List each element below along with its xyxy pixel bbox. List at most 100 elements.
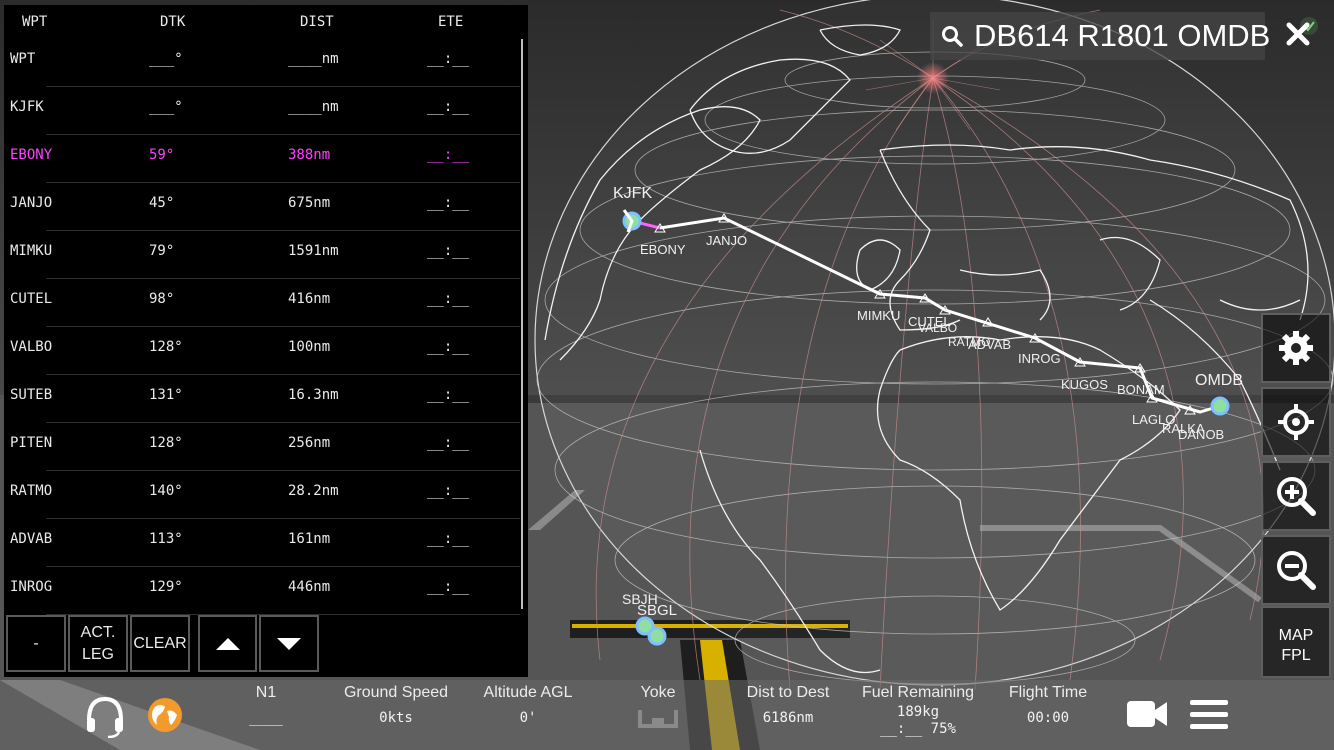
map-label-janjo: JANJO [706, 233, 747, 248]
camera-icon[interactable] [1126, 698, 1168, 730]
map-label-bonam: BONAM [1117, 382, 1165, 397]
scroll-up-button[interactable] [198, 615, 257, 672]
altitude-agl-label: Altitude AGL [483, 684, 573, 701]
menu-icon[interactable] [1189, 698, 1229, 732]
ground-speed-readout: Ground Speed 0kts [336, 684, 456, 726]
zoom-out-button[interactable] [1261, 535, 1331, 605]
yoke-label: Yoke [640, 684, 676, 701]
waypoint-ete: __:__ [427, 147, 470, 163]
column-header-wpt: WPT [22, 14, 48, 30]
waypoint-dist: 1591nm [288, 243, 339, 259]
triangle-down-icon [277, 637, 301, 650]
waypoint-row[interactable]: ADVAB 113° 161nm __:__ [4, 519, 524, 567]
zoom-out-icon [1277, 551, 1316, 590]
waypoint-row[interactable]: SUTEB 131° 16.3nm __:__ [4, 375, 524, 423]
clear-button[interactable]: CLEAR [130, 615, 190, 672]
waypoint-dtk: 98° [149, 291, 175, 307]
zoom-in-button[interactable] [1261, 461, 1331, 531]
waypoint-name: WPT [10, 51, 36, 67]
waypoint-row[interactable]: WPT ___° ____nm __:__ [4, 39, 524, 87]
activate-leg-label-1: ACT. [80, 623, 116, 641]
airport-omdb-marker[interactable] [1210, 396, 1230, 416]
waypoint-row[interactable]: KJFK ___° ____nm __:__ [4, 87, 524, 135]
waypoint-list[interactable]: WPT ___° ____nm __:__ KJFK ___° ____nm __:__ EBO… [4, 39, 524, 615]
waypoint-row[interactable]: EBONY 59° 388nm __:__ [4, 135, 524, 183]
settings-button[interactable] [1261, 313, 1331, 383]
globe-icon[interactable] [147, 697, 183, 733]
minus-button[interactable]: - [6, 615, 66, 672]
waypoint-name: CUTEL [10, 291, 53, 307]
map-label-ebony: EBONY [640, 242, 686, 257]
waypoint-ete: __:__ [427, 339, 470, 355]
waypoint-ete: __:__ [427, 243, 470, 259]
waypoint-dtk: 128° [149, 435, 183, 451]
waypoint-ete: __:__ [427, 387, 470, 403]
activate-leg-button[interactable]: ACT. LEG [68, 615, 128, 672]
search-bar[interactable]: DB614 R1801 OMDB [930, 12, 1270, 60]
n1-label: N1 [255, 684, 277, 701]
waypoint-dtk: 79° [149, 243, 175, 259]
triangle-up-icon [215, 637, 240, 650]
waypoint-name: SUTEB [10, 387, 53, 403]
yoke-control[interactable]: Yoke [628, 684, 688, 736]
search-query-text: DB614 R1801 OMDB [974, 18, 1271, 53]
flight-plan-panel: WPT DTK DIST ETE WPT ___° ____nm __:__ KJFK _… [4, 5, 528, 677]
scroll-down-button[interactable] [259, 615, 319, 672]
waypoint-dist: 416nm [288, 291, 331, 307]
waypoint-row[interactable]: INROG 129° 446nm __:__ [4, 567, 524, 615]
waypoint-ete: __:__ [427, 99, 470, 115]
waypoint-row[interactable]: JANJO 45° 675nm __:__ [4, 183, 524, 231]
map-label-sbgl: SBGL [637, 602, 677, 619]
flight-plan-header: WPT DTK DIST ETE [4, 5, 528, 39]
waypoint-name: RATMO [10, 483, 53, 499]
map-label-valbo: VALBO [918, 321, 957, 335]
dist-to-dest-readout: Dist to Dest 6186nm [730, 684, 846, 726]
waypoint-list-scrollbar[interactable] [521, 39, 523, 609]
zoom-in-icon [1277, 477, 1316, 516]
map-label-kjfk: KJFK [613, 185, 652, 202]
globe [534, 0, 1334, 691]
n1-value: ____ [249, 710, 283, 726]
waypoint-name: PITEN [10, 435, 53, 451]
waypoint-name: VALBO [10, 339, 53, 355]
flight-time-readout: Flight Time 00:00 [994, 684, 1102, 726]
waypoint-ete: __:__ [427, 195, 470, 211]
waypoint-ete: __:__ [427, 51, 470, 67]
waypoint-dtk: 113° [149, 531, 183, 547]
close-icon[interactable] [1280, 14, 1320, 54]
waypoint-dist: 388nm [288, 147, 331, 163]
ground-speed-label: Ground Speed [343, 684, 449, 701]
fuel-remaining-readout: Fuel Remaining 189kg __:__ 75% [858, 684, 978, 738]
waypoint-dist: ____nm [288, 51, 339, 67]
waypoint-dist: 446nm [288, 579, 331, 595]
waypoint-ete: __:__ [427, 483, 470, 499]
waypoint-dist: 100nm [288, 339, 331, 355]
n1-readout: N1 ____ [236, 684, 296, 726]
waypoint-ete: __:__ [427, 291, 470, 307]
bottom-status-bar: N1 ____ Ground Speed 0kts Altitude AGL 0… [0, 680, 1334, 750]
fuel-remaining-label: Fuel Remaining [861, 684, 975, 701]
waypoint-row[interactable]: VALBO 128° 100nm __:__ [4, 327, 524, 375]
waypoint-row[interactable]: CUTEL 98° 416nm __:__ [4, 279, 524, 327]
waypoint-ete: __:__ [427, 435, 470, 451]
dist-to-dest-value: 6186nm [762, 710, 814, 726]
headset-icon[interactable] [84, 694, 126, 738]
waypoint-dtk: 59° [149, 147, 175, 163]
map-fpl-toggle-button[interactable]: MAP FPL [1261, 606, 1331, 678]
waypoint-row[interactable]: RATMO 140° 28.2nm __:__ [4, 471, 524, 519]
waypoint-ete: __:__ [427, 579, 470, 595]
waypoint-dist: 256nm [288, 435, 331, 451]
waypoint-dist: 28.2nm [288, 483, 339, 499]
waypoint-dtk: ___° [149, 51, 183, 67]
waypoint-dtk: 140° [149, 483, 183, 499]
waypoint-dist: ____nm [288, 99, 339, 115]
map-label: MAP [1278, 627, 1314, 644]
activate-leg-label-2: LEG [81, 645, 114, 663]
flight-time-label: Flight Time [1008, 684, 1088, 701]
center-map-button[interactable] [1261, 387, 1331, 457]
waypoint-dtk: 131° [149, 387, 183, 403]
map-label-kugos: KUGOS [1061, 377, 1108, 392]
waypoint-name: KJFK [10, 99, 44, 115]
waypoint-row[interactable]: MIMKU 79° 1591nm __:__ [4, 231, 524, 279]
waypoint-row[interactable]: PITEN 128° 256nm __:__ [4, 423, 524, 471]
